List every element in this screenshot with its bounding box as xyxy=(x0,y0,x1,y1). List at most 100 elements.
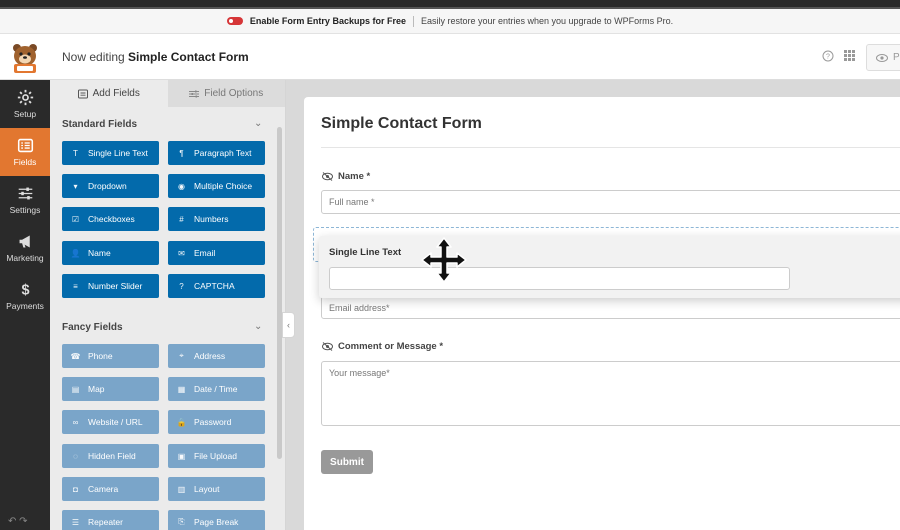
editing-prefix: Now editing xyxy=(62,50,125,64)
list-icon xyxy=(77,89,88,98)
field-label: Hidden Field xyxy=(88,451,136,461)
field-file-upload[interactable]: ▣ File Upload xyxy=(168,444,265,468)
checkbox-icon: ☑ xyxy=(71,214,80,224)
field-repeater[interactable]: ☰ Repeater xyxy=(62,510,159,530)
nav-payments-label: Payments xyxy=(6,301,44,311)
comment-field-label[interactable]: Comment or Message * xyxy=(322,341,443,352)
field-website-url[interactable]: ∞ Website / URL xyxy=(62,410,159,434)
field-multiple-choice[interactable]: ◉ Multiple Choice xyxy=(168,174,265,198)
eye-slash-icon xyxy=(322,342,333,351)
field-label: Paragraph Text xyxy=(194,148,252,158)
nav-fields-label: Fields xyxy=(13,157,37,167)
calendar-icon: ▦ xyxy=(177,384,186,394)
form-title-divider xyxy=(321,147,900,148)
help-icon[interactable]: ? xyxy=(822,50,834,65)
preview-button[interactable]: P xyxy=(866,44,900,71)
repeater-icon: ☰ xyxy=(71,517,80,527)
eye-slash-icon xyxy=(322,172,333,181)
link-icon: ∞ xyxy=(72,417,79,427)
field-name[interactable]: 👤 Name xyxy=(62,241,159,265)
nav-settings-label: Settings xyxy=(9,205,41,215)
editing-title: Now editing Simple Contact Form xyxy=(62,50,249,64)
field-number-slider[interactable]: ≡ Number Slider xyxy=(62,274,159,298)
field-label: Email xyxy=(194,248,216,258)
standard-fields-chevron-icon[interactable]: ⌄ xyxy=(254,118,262,129)
submit-button[interactable]: Submit xyxy=(321,450,373,474)
sliders-small-icon xyxy=(189,90,200,97)
field-label: Website / URL xyxy=(88,417,143,427)
notice-title: Enable Form Entry Backups for Free xyxy=(249,16,406,26)
tab-add-fields[interactable]: Add Fields xyxy=(50,80,168,107)
backup-notice-bar: Enable Form Entry Backups for Free Easil… xyxy=(0,9,900,34)
page-break-icon: ⎘ xyxy=(178,517,185,526)
comment-textarea[interactable]: Your message* xyxy=(321,361,900,426)
field-layout[interactable]: ▥ Layout xyxy=(168,477,265,501)
preview-label: P xyxy=(893,52,900,63)
nav-payments[interactable]: $ Payments xyxy=(0,272,50,320)
field-email[interactable]: ✉ Email xyxy=(168,241,265,265)
email-input[interactable]: Email address* xyxy=(321,296,900,319)
undo-redo-icon[interactable]: ↶ ↷ xyxy=(8,516,28,527)
fancy-fields-title: Fancy Fields xyxy=(62,322,123,333)
standard-fields-title: Standard Fields xyxy=(62,119,138,130)
field-captcha[interactable]: ? CAPTCHA xyxy=(168,274,265,298)
window-top-strip xyxy=(0,0,900,9)
megaphone-icon xyxy=(19,235,30,248)
dragged-field-card[interactable]: Single Line Text xyxy=(319,236,900,298)
field-label: Password xyxy=(194,417,232,427)
field-single-line-text[interactable]: T Single Line Text xyxy=(62,141,159,165)
field-map[interactable]: ▤ Map xyxy=(62,377,159,401)
grid-icon[interactable] xyxy=(844,50,855,64)
nav-setup[interactable]: Setup xyxy=(0,80,50,128)
dropdown-icon: ▾ xyxy=(73,181,78,191)
wpforms-logo[interactable] xyxy=(0,34,50,80)
hash-icon: # xyxy=(179,214,184,224)
fancy-fields-chevron-icon[interactable]: ⌄ xyxy=(254,321,262,332)
dollar-icon: $ xyxy=(21,283,29,298)
question-icon: ? xyxy=(179,281,184,291)
collapse-panel-icon[interactable]: ‹ xyxy=(282,312,295,338)
backup-toggle[interactable] xyxy=(226,17,243,25)
field-label: Single Line Text xyxy=(88,148,148,158)
notice-separator xyxy=(412,15,414,27)
sliders-icon xyxy=(18,187,32,200)
field-hidden-field[interactable]: ◌ Hidden Field xyxy=(62,444,159,468)
field-paragraph-text[interactable]: ¶ Paragraph Text xyxy=(168,141,265,165)
nav-marketing-label: Marketing xyxy=(6,253,44,263)
name-field-label[interactable]: Name * xyxy=(322,171,370,182)
tab-field-options[interactable]: Field Options xyxy=(167,80,285,107)
map-pin-icon: ⌖ xyxy=(179,351,184,360)
svg-text:?: ? xyxy=(826,54,830,61)
field-numbers[interactable]: # Numbers xyxy=(168,207,265,231)
nav-fields[interactable]: Fields xyxy=(0,128,50,176)
paragraph-icon: ¶ xyxy=(179,148,184,158)
field-address[interactable]: ⌖ Address xyxy=(168,344,265,368)
panel-scrollbar[interactable] xyxy=(277,127,282,459)
field-dropdown[interactable]: ▾ Dropdown xyxy=(62,174,159,198)
bear-logo-icon xyxy=(13,44,37,73)
nav-setup-label: Setup xyxy=(13,109,37,119)
nav-marketing[interactable]: Marketing xyxy=(0,224,50,272)
comment-label-text: Comment or Message * xyxy=(338,341,444,352)
user-icon: 👤 xyxy=(70,248,81,258)
field-date-time[interactable]: ▦ Date / Time xyxy=(168,377,265,401)
field-checkboxes[interactable]: ☑ Checkboxes xyxy=(62,207,159,231)
field-page-break[interactable]: ⎘ Page Break xyxy=(168,510,265,530)
field-label: Camera xyxy=(88,484,119,494)
nav-settings[interactable]: Settings xyxy=(0,176,50,224)
builder-sidebar-nav: Setup Fields Settings Marketing $ Paymen… xyxy=(0,80,50,530)
field-camera[interactable]: ◘ Camera xyxy=(62,477,159,501)
field-label: Number Slider xyxy=(88,281,143,291)
field-phone[interactable]: ☎ Phone xyxy=(62,344,159,368)
move-cursor-icon xyxy=(421,237,467,283)
name-input[interactable]: Full name * xyxy=(321,190,900,214)
tab-field-options-label: Field Options xyxy=(204,88,264,99)
field-password[interactable]: 🔒 Password xyxy=(168,410,265,434)
notice-description: Easily restore your entries when you upg… xyxy=(420,16,674,26)
slider-icon: ≡ xyxy=(73,281,78,291)
phone-icon: ☎ xyxy=(70,351,81,361)
field-label: Map xyxy=(88,384,105,394)
field-label: Name xyxy=(88,248,111,258)
field-label: Checkboxes xyxy=(88,214,135,224)
fields-list-icon xyxy=(17,138,33,153)
